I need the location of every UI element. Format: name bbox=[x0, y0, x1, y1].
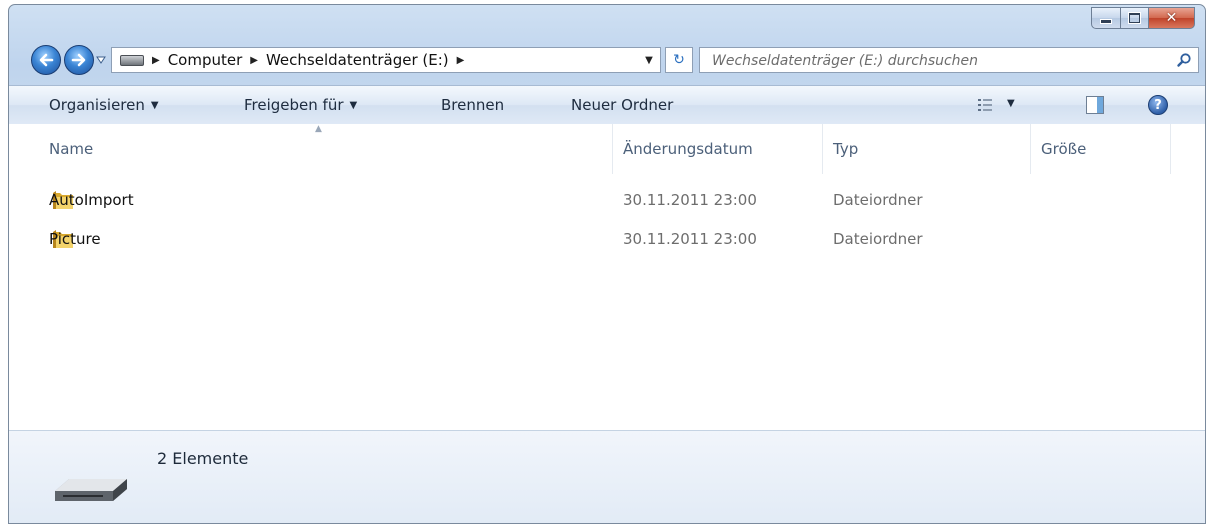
breadcrumb-computer[interactable]: Computer bbox=[168, 51, 243, 69]
search-input[interactable] bbox=[710, 48, 1154, 74]
details-pane: 2 Elemente bbox=[9, 430, 1205, 523]
file-name[interactable]: Picture bbox=[49, 223, 101, 255]
chevron-down-icon: ▼ bbox=[349, 99, 358, 111]
column-date[interactable]: Änderungsdatum bbox=[613, 124, 823, 174]
column-type[interactable]: Typ bbox=[823, 124, 1031, 174]
forward-button[interactable] bbox=[64, 45, 94, 75]
file-list: Name ▲ Änderungsdatum Typ Größe AutoImpo… bbox=[9, 124, 1205, 430]
file-row[interactable]: AutoImport 30.11.2011 23:00 Dateiordner bbox=[9, 184, 1205, 216]
new-folder-label: Neuer Ordner bbox=[571, 96, 674, 114]
file-date: 30.11.2011 23:00 bbox=[623, 230, 757, 248]
search-box[interactable] bbox=[699, 47, 1199, 74]
address-dropdown-icon[interactable]: ▼ bbox=[637, 48, 660, 72]
address-bar[interactable]: ▶ Computer ▶ Wechseldatenträger (E:) ▶ ▼ bbox=[111, 47, 661, 73]
file-type: Dateiordner bbox=[833, 230, 923, 248]
file-type: Dateiordner bbox=[833, 191, 923, 209]
burn-label: Brennen bbox=[441, 96, 505, 114]
search-icon[interactable] bbox=[1176, 52, 1192, 68]
breadcrumb-drive[interactable]: Wechseldatenträger (E:) bbox=[266, 51, 449, 69]
file-name[interactable]: AutoImport bbox=[49, 184, 134, 216]
file-row[interactable]: Picture 30.11.2011 23:00 Dateiordner bbox=[9, 223, 1205, 255]
preview-pane-icon[interactable] bbox=[1086, 96, 1104, 114]
sort-ascending-icon: ▲ bbox=[315, 124, 322, 134]
minimize-button[interactable] bbox=[1091, 7, 1121, 29]
share-label: Freigeben für bbox=[244, 96, 344, 114]
views-icon[interactable] bbox=[977, 98, 993, 112]
breadcrumb-separator-icon[interactable]: ▶ bbox=[457, 55, 465, 66]
back-button[interactable] bbox=[31, 45, 61, 75]
help-icon[interactable]: ? bbox=[1148, 95, 1168, 115]
column-header: Name ▲ Änderungsdatum Typ Größe bbox=[9, 124, 1205, 174]
column-size[interactable]: Größe bbox=[1031, 124, 1171, 174]
caption-buttons: ✕ bbox=[1091, 7, 1195, 29]
close-button[interactable]: ✕ bbox=[1149, 7, 1195, 29]
refresh-button[interactable]: ↻ bbox=[665, 47, 693, 73]
organize-label: Organisieren bbox=[49, 96, 145, 114]
column-name-label: Name bbox=[49, 140, 94, 158]
column-name[interactable]: Name bbox=[39, 124, 613, 174]
maximize-icon bbox=[1129, 13, 1140, 23]
breadcrumb-separator-icon[interactable]: ▶ bbox=[250, 55, 258, 66]
close-icon: ✕ bbox=[1165, 10, 1178, 26]
file-date: 30.11.2011 23:00 bbox=[623, 191, 757, 209]
removable-drive-icon bbox=[55, 479, 127, 501]
forward-arrow-icon bbox=[71, 53, 86, 67]
column-size-label: Größe bbox=[1041, 140, 1087, 158]
column-type-label: Typ bbox=[833, 140, 859, 158]
new-folder-button[interactable]: Neuer Ordner bbox=[571, 86, 673, 124]
navigation-bar: ▶ Computer ▶ Wechseldatenträger (E:) ▶ ▼… bbox=[19, 43, 1199, 77]
maximize-button[interactable] bbox=[1121, 7, 1149, 29]
organize-button[interactable]: Organisieren ▼ bbox=[49, 86, 159, 124]
item-count: 2 Elemente bbox=[157, 449, 249, 468]
breadcrumb-separator-icon[interactable]: ▶ bbox=[152, 55, 160, 66]
column-date-label: Änderungsdatum bbox=[623, 140, 753, 158]
refresh-icon: ↻ bbox=[673, 52, 685, 68]
recent-pages-dropdown-icon[interactable] bbox=[96, 56, 106, 64]
burn-button[interactable]: Brennen bbox=[441, 86, 504, 124]
back-arrow-icon bbox=[39, 53, 54, 67]
views-dropdown-icon[interactable]: ▼ bbox=[1007, 98, 1015, 109]
minimize-icon bbox=[1101, 19, 1111, 23]
chevron-down-icon: ▼ bbox=[150, 99, 159, 111]
drive-icon bbox=[120, 54, 144, 66]
share-button[interactable]: Freigeben für ▼ bbox=[244, 86, 357, 124]
explorer-window: ✕ ▶ Computer ▶ Wechseldatenträger (E:) ▶… bbox=[8, 4, 1206, 524]
command-bar: Organisieren ▼ Freigeben für ▼ Brennen N… bbox=[9, 85, 1205, 125]
